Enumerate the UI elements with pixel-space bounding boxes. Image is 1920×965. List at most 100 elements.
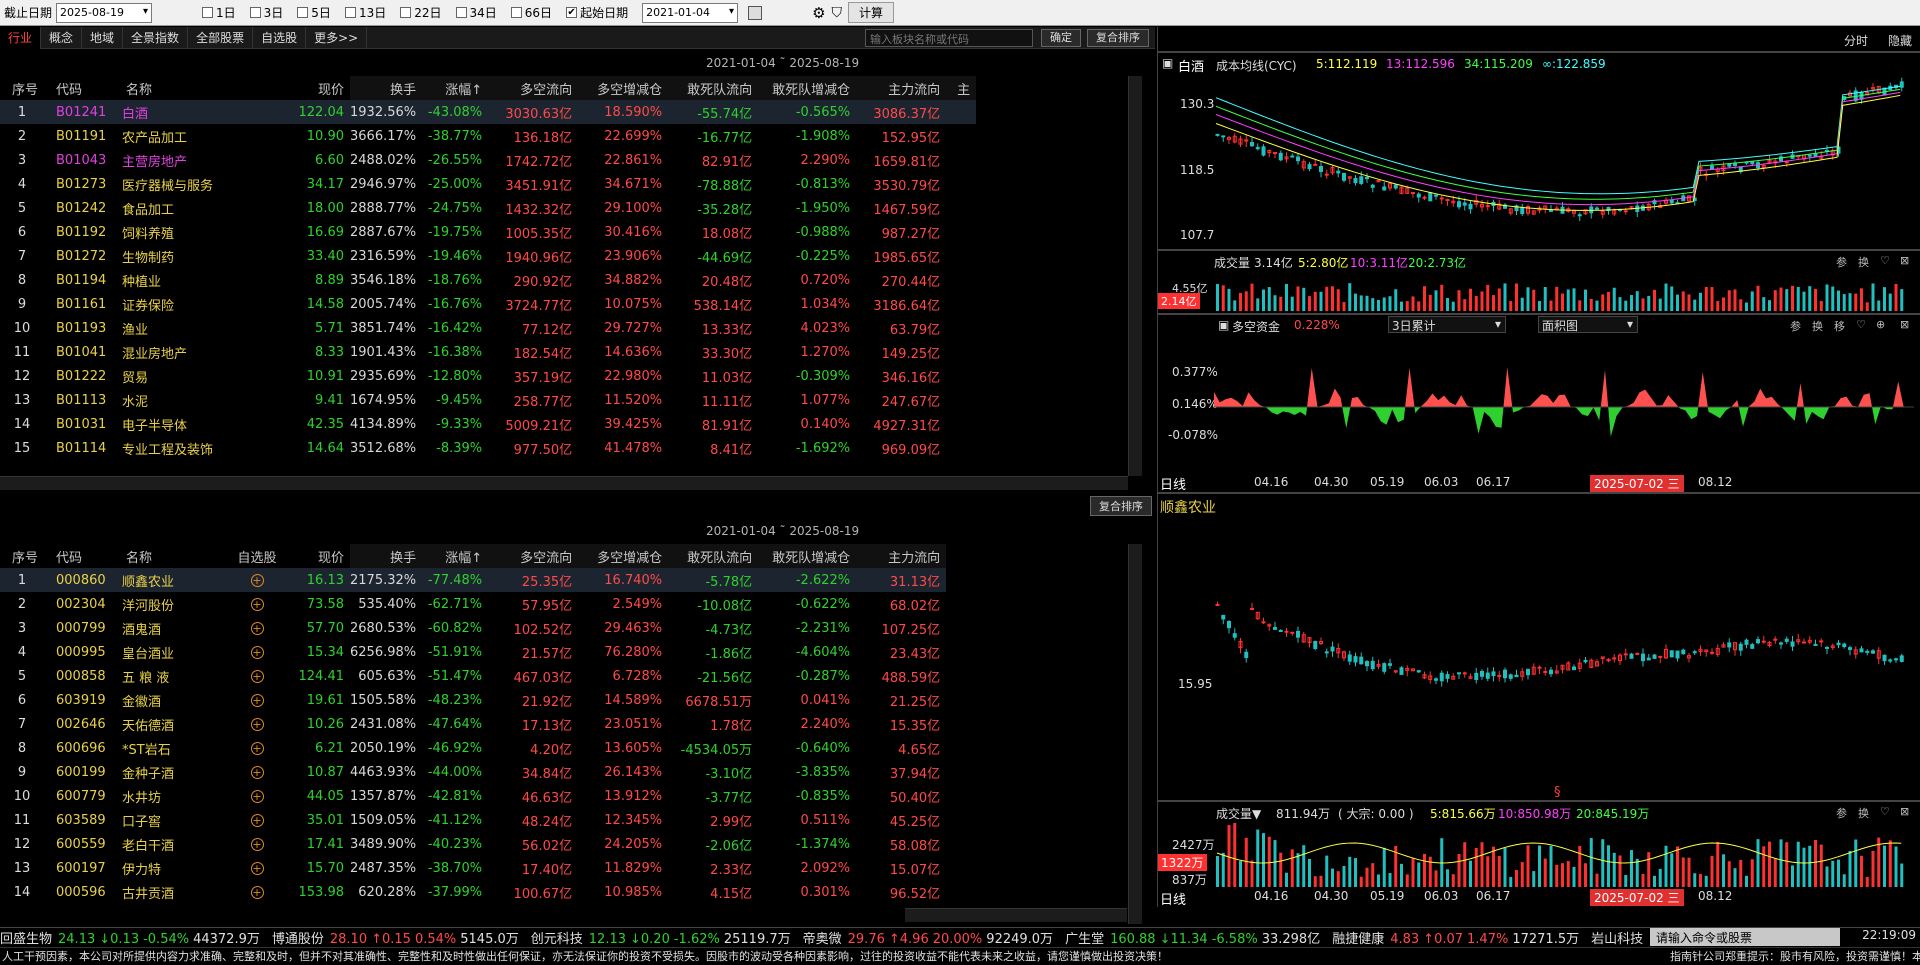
column-header[interactable]: 现价	[290, 544, 350, 568]
params-icon[interactable]: 参	[1790, 318, 1801, 334]
ticker-item[interactable]: 博通股份 28.10 ↑0.15 0.54% 5145.0万	[272, 928, 519, 947]
period-option[interactable]: 3日	[249, 4, 283, 21]
add-watchlist-icon[interactable]: +	[250, 645, 264, 659]
column-header[interactable]: 主力流向	[856, 76, 947, 100]
sector-candle-chart[interactable]	[1214, 75, 1914, 245]
close-icon[interactable]: ⊠	[1900, 318, 1909, 331]
column-header[interactable]: 名称	[120, 544, 230, 568]
table-row[interactable]: 2 002304 洋河股份 +73.58 535.40% -62.71% 57.95亿 2.5…	[0, 592, 946, 616]
table-row[interactable]: 11 603589 口子窖 +35.01 1509.05% -41.12% 48.24亿 12…	[0, 808, 946, 832]
add-watchlist-icon[interactable]: +	[250, 717, 264, 731]
confirm-button[interactable]: 确定	[1041, 28, 1081, 47]
table-row[interactable]: 10 B01193 渔业 5.71 3851.74% -16.42% 77.12亿 29.72…	[0, 316, 976, 340]
add-watchlist-icon[interactable]: +	[250, 669, 264, 683]
stock-candle-chart[interactable]	[1214, 527, 1914, 797]
heart-icon[interactable]: ♡	[1880, 805, 1890, 818]
column-header[interactable]: 序号	[0, 544, 50, 568]
switch-icon[interactable]: 换	[1858, 254, 1869, 270]
question-icon[interactable]: ▣	[1162, 56, 1173, 70]
column-header[interactable]: 代码	[50, 544, 120, 568]
column-header[interactable]: 现价	[290, 76, 350, 100]
column-header[interactable]: 代码	[50, 76, 120, 100]
period-option[interactable]: 66日	[510, 4, 552, 21]
filter-icon[interactable]: ⛉	[832, 5, 843, 21]
table-row[interactable]: 1 B01241 白酒 122.04 1932.56% -43.08% 3030.63亿 18…	[0, 100, 977, 124]
calendar-icon[interactable]	[748, 5, 763, 20]
end-date-picker[interactable]: 2025-08-19	[56, 2, 153, 23]
table-row[interactable]: 15 B01114 专业工程及装饰 14.64 3512.68% -8.39% 977.50…	[0, 436, 976, 460]
column-header[interactable]: 多空增减仓	[578, 76, 669, 100]
table-row[interactable]: 5 000858 五 粮 液 +124.41 605.63% -51.47% 467.03亿…	[0, 664, 946, 688]
table-row[interactable]: 9 600199 金种子酒 +10.87 4463.93% -44.00% 34.84亿 26…	[0, 760, 946, 784]
sector-horizontal-scrollbar[interactable]	[0, 476, 1128, 490]
column-header[interactable]: 多空流向	[488, 544, 579, 568]
add-watchlist-icon[interactable]: +	[250, 741, 264, 755]
column-header[interactable]: 涨幅↑	[422, 544, 489, 568]
heart-icon[interactable]: ♡	[1856, 318, 1866, 331]
add-watchlist-icon[interactable]: +	[250, 765, 264, 779]
stock-volume-bars[interactable]	[1214, 823, 1914, 887]
start-date-checkbox[interactable]: ✔ 起始日期	[566, 4, 628, 21]
table-row[interactable]: 8 B01194 种植业 8.89 3546.18% -18.76% 290.92亿 34.8…	[0, 268, 976, 292]
column-header[interactable]: 敢死队增减仓	[758, 544, 857, 568]
command-input[interactable]: 请输入命令或股票	[1650, 928, 1840, 946]
add-watchlist-icon[interactable]: +	[250, 573, 264, 587]
checkbox-icon[interactable]	[455, 7, 467, 18]
checkbox-icon[interactable]	[202, 7, 214, 18]
add-watchlist-icon[interactable]: +	[250, 861, 264, 875]
table-row[interactable]: 13 600197 伊力特 +15.70 2487.35% -38.70% 17.40亿 11…	[0, 856, 946, 880]
stock-composite-sort-button[interactable]: 复合排序	[1090, 496, 1152, 516]
calculate-button[interactable]: 计算	[848, 2, 895, 23]
params-icon[interactable]: 参	[1836, 254, 1847, 270]
table-row[interactable]: 3 B01043 主营房地产 6.60 2488.02% -26.55% 1742.72亿 2…	[0, 148, 976, 172]
column-header[interactable]: 自选股	[230, 544, 290, 568]
column-header[interactable]: 主	[946, 76, 977, 100]
ticker-item[interactable]: 岩山科技	[1591, 928, 1649, 947]
add-watchlist-icon[interactable]: +	[250, 693, 264, 707]
add-watchlist-icon[interactable]: +	[250, 597, 264, 611]
table-row[interactable]: 13 B01113 水泥 9.41 1674.95% -9.45% 258.77亿 11.52…	[0, 388, 976, 412]
close-icon[interactable]: ⊠	[1900, 805, 1909, 818]
start-date-picker[interactable]: 2021-01-04	[642, 2, 739, 23]
add-watchlist-icon[interactable]: +	[250, 885, 264, 899]
move-icon[interactable]: 移	[1834, 318, 1845, 334]
table-row[interactable]: 14 B01031 电子半导体 42.35 4134.89% -9.33% 5009.21亿…	[0, 412, 976, 436]
checkbox-icon[interactable]	[249, 7, 261, 18]
table-row[interactable]: 7 B01272 生物制药 33.40 2316.59% -19.46% 1940.96亿 2…	[0, 244, 976, 268]
period-option[interactable]: 5日	[297, 4, 331, 21]
ticker-item[interactable]: 创元科技 12.13 ↓0.20 -1.62% 25119.7万	[531, 928, 791, 947]
column-header[interactable]: 名称	[120, 76, 290, 100]
switch-icon[interactable]: 换	[1858, 805, 1869, 821]
table-row[interactable]: 7 002646 天佑德酒 +10.26 2431.08% -47.64% 17.13亿 23…	[0, 712, 946, 736]
gear-icon[interactable]: ⚙	[812, 4, 825, 22]
table-row[interactable]: 4 B01273 医疗器械与服务 34.17 2946.97% -25.00% 3451.9…	[0, 172, 976, 196]
ticker-item[interactable]: 帝奥微 29.76 ↑4.96 20.00% 92249.0万	[803, 928, 1053, 947]
checkbox-icon[interactable]	[400, 7, 412, 18]
sector-vertical-scrollbar[interactable]	[1128, 76, 1142, 476]
tab-item[interactable]: 地域	[82, 26, 124, 49]
sector-search-input[interactable]: 输入板块名称或代码	[865, 28, 1033, 47]
add-watchlist-icon[interactable]: +	[250, 621, 264, 635]
table-row[interactable]: 6 603919 金徽酒 +19.61 1505.58% -48.23% 21.92亿 14.…	[0, 688, 946, 712]
add-watchlist-icon[interactable]: +	[250, 789, 264, 803]
tab-item[interactable]: 全景指数	[123, 26, 189, 49]
column-header[interactable]: 换手	[350, 544, 423, 568]
period-option[interactable]: 34日	[455, 4, 497, 21]
table-row[interactable]: 3 000799 酒鬼酒 +57.70 2680.53% -60.82% 102.52亿 29…	[0, 616, 946, 640]
close-icon[interactable]: ⊠	[1900, 254, 1909, 267]
table-row[interactable]: 9 B01161 证券保险 14.58 2005.74% -16.76% 3724.77亿 1…	[0, 292, 976, 316]
table-row[interactable]: 4 000995 皇台酒业 +15.34 6256.98% -51.91% 21.57亿 76…	[0, 640, 946, 664]
flow-mode-select[interactable]: 3日累计 ▾	[1388, 316, 1506, 333]
column-header[interactable]: 换手	[350, 76, 423, 100]
column-header[interactable]: 敢死队流向	[668, 76, 759, 100]
flow-type-select[interactable]: 面积图 ▾	[1538, 316, 1638, 333]
flow-area-chart[interactable]	[1214, 347, 1914, 493]
period-option[interactable]: 22日	[400, 4, 442, 21]
tab-item[interactable]: 自选股	[253, 26, 307, 49]
checkbox-icon[interactable]	[297, 7, 309, 18]
tab-item[interactable]: 更多>>	[306, 26, 368, 49]
table-row[interactable]: 6 B01192 饲料养殖 16.69 2887.67% -19.75% 1005.35亿 3…	[0, 220, 976, 244]
table-row[interactable]: 11 B01041 混业房地产 8.33 1901.43% -16.38% 182.54亿 1…	[0, 340, 976, 364]
tab-item[interactable]: 全部股票	[188, 26, 254, 49]
stock-horizontal-scrollbar[interactable]	[905, 908, 1127, 922]
